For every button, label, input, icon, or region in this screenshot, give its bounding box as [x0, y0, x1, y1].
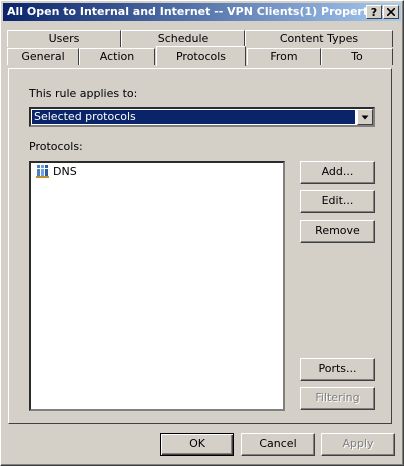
apply-button[interactable]: Apply	[321, 433, 395, 456]
tab-general[interactable]: General	[7, 48, 79, 65]
tab-action[interactable]: Action	[79, 48, 155, 65]
filtering-button[interactable]: Filtering	[300, 387, 375, 410]
protocol-icon	[36, 165, 49, 178]
tab-schedule[interactable]: Schedule	[121, 30, 245, 47]
tab-protocols[interactable]: Protocols	[156, 46, 246, 66]
cancel-button-label: Cancel	[259, 437, 297, 450]
chevron-down-icon	[361, 115, 369, 120]
edit-button-label: Edit...	[321, 194, 354, 207]
protocol-name: DNS	[53, 165, 77, 178]
rule-applies-value: Selected protocols	[32, 110, 355, 124]
cancel-button[interactable]: Cancel	[241, 433, 315, 456]
ok-button[interactable]: OK	[160, 433, 234, 456]
list-item[interactable]: DNS	[33, 164, 281, 180]
protocols-label: Protocols:	[29, 140, 83, 153]
add-button[interactable]: Add...	[300, 161, 375, 184]
help-button[interactable]: ?	[366, 5, 382, 19]
remove-button-label: Remove	[315, 224, 360, 237]
close-button[interactable]	[383, 5, 399, 19]
apply-button-label: Apply	[342, 437, 374, 450]
protocols-list[interactable]: DNS	[29, 161, 285, 411]
close-icon	[386, 7, 396, 17]
dropdown-button[interactable]	[357, 109, 373, 125]
properties-dialog: All Open to Internal and Internet -- VPN…	[0, 0, 404, 466]
remove-button[interactable]: Remove	[300, 220, 375, 243]
title-bar[interactable]: All Open to Internal and Internet -- VPN…	[3, 3, 401, 21]
rule-applies-dropdown[interactable]: Selected protocols	[29, 107, 375, 127]
tab-content-types[interactable]: Content Types	[245, 30, 393, 47]
edit-button[interactable]: Edit...	[300, 190, 375, 213]
ports-button-label: Ports...	[318, 362, 357, 375]
tab-to[interactable]: To	[321, 48, 393, 65]
ports-button[interactable]: Ports...	[300, 358, 375, 381]
ok-button-label: OK	[189, 437, 205, 450]
tab-from[interactable]: From	[247, 48, 321, 65]
tab-users[interactable]: Users	[7, 30, 121, 47]
rule-applies-label: This rule applies to:	[29, 87, 138, 100]
add-button-label: Add...	[321, 165, 354, 178]
window-title: All Open to Internal and Internet -- VPN…	[7, 5, 386, 18]
filtering-button-label: Filtering	[315, 391, 360, 404]
